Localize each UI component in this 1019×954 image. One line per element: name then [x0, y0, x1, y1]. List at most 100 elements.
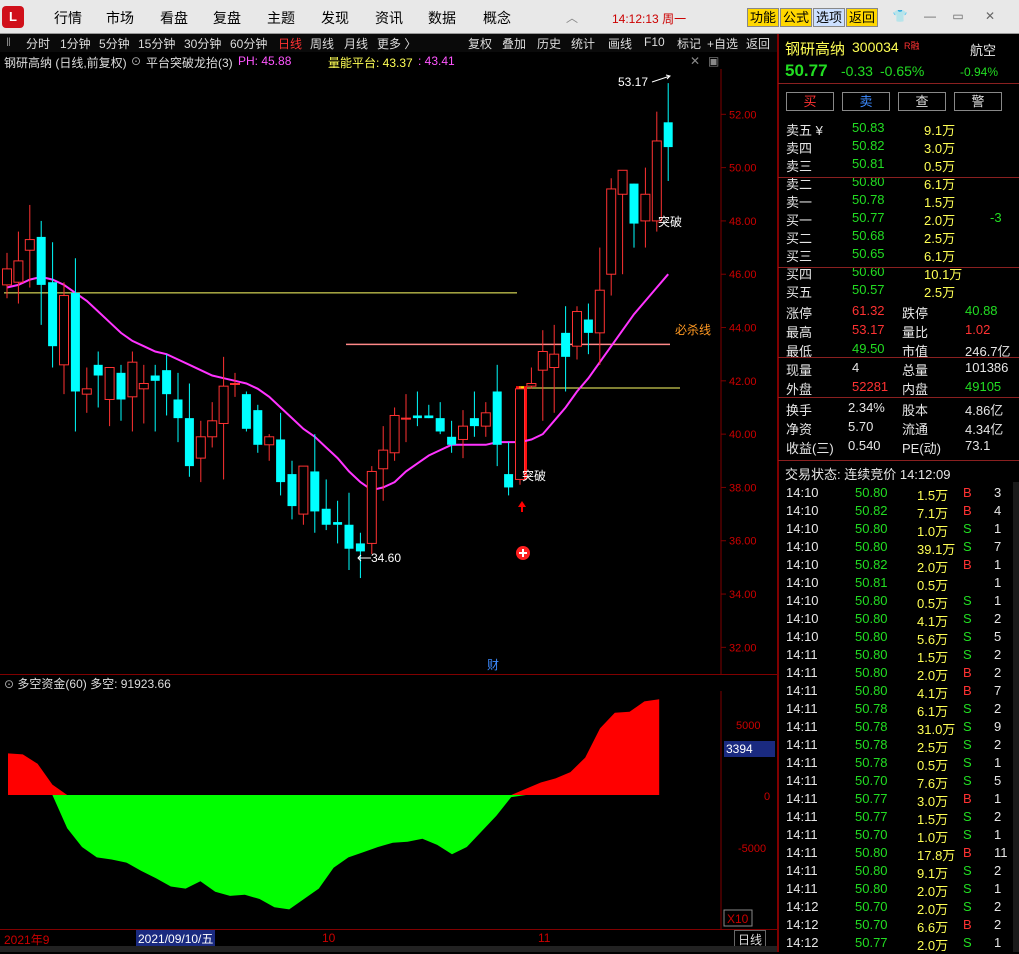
tick-volume: 6.6万	[917, 920, 949, 935]
stat-label: 股本	[902, 403, 929, 418]
tick-price: 50.70	[855, 899, 888, 914]
tick-price: 50.80	[855, 683, 888, 698]
candle	[24, 204, 35, 288]
menu-zhuti[interactable]: 主题	[267, 8, 295, 28]
tick-price: 50.82	[855, 503, 888, 518]
tool-return[interactable]: 返回	[746, 35, 770, 52]
period-5min[interactable]: 5分钟	[99, 35, 130, 52]
menu-shuju[interactable]: 数据	[428, 8, 456, 28]
stat-value: 53.17	[852, 322, 885, 337]
period-weekly[interactable]: 周线	[310, 35, 334, 52]
minimize-icon[interactable]: —	[920, 7, 940, 25]
candle	[629, 183, 639, 248]
sub-indicator-toggle-icon[interactable]: ⊙	[4, 677, 14, 691]
tick-volume: 6.1万	[917, 704, 949, 719]
indicator-toggle-icon[interactable]: ⊙	[131, 54, 141, 68]
menu-zixun[interactable]: 资讯	[375, 8, 403, 28]
return-button[interactable]: 返回	[846, 8, 879, 27]
tool-draw[interactable]: 画线	[608, 35, 632, 52]
tool-f10[interactable]: F10	[644, 35, 665, 49]
fund-flow-chart[interactable]: 5000 3394 0 -5000 X10	[0, 691, 777, 929]
candle	[150, 364, 160, 432]
options-button[interactable]: 选项	[813, 8, 846, 27]
tick-side: B	[963, 917, 972, 932]
candle	[583, 303, 593, 355]
bid-price: 50.68	[852, 228, 885, 243]
alert-button[interactable]: 警	[954, 92, 1002, 111]
candle	[366, 466, 377, 555]
bid-label: 买五	[786, 285, 813, 300]
sell-button[interactable]: 卖	[842, 92, 890, 111]
right-panel-border	[777, 34, 779, 952]
price-tick-label: 40.00	[729, 429, 757, 441]
menu-gainian[interactable]: 概念	[483, 8, 511, 28]
candle	[276, 412, 286, 496]
function-button[interactable]: 功能	[747, 8, 780, 27]
bid-label: 买一	[786, 213, 813, 228]
tick-price: 50.77	[855, 809, 888, 824]
tool-stats[interactable]: 统计	[571, 35, 595, 52]
stock-code: 300034	[852, 39, 899, 55]
period-1min[interactable]: 1分钟	[60, 35, 91, 52]
legend-close-icon[interactable]: ✕	[690, 54, 700, 68]
tool-mark[interactable]: 标记	[677, 35, 701, 52]
tick-count: 2	[994, 647, 1002, 662]
ask-volume: 3.0万	[924, 141, 956, 156]
stat-label: 最高	[786, 325, 813, 340]
divider	[778, 397, 1019, 398]
tick-time: 14:11	[786, 683, 818, 698]
sector-name[interactable]: 航空	[970, 40, 996, 59]
menu-shichang[interactable]: 市场	[106, 8, 134, 28]
tool-add-watchlist[interactable]: +自选	[707, 35, 738, 52]
period-monthly[interactable]: 月线	[344, 35, 368, 52]
price-change: -0.33	[841, 63, 873, 79]
finance-marker[interactable]: 财	[487, 658, 499, 672]
formula-button[interactable]: 公式	[780, 8, 813, 27]
menu-faxian[interactable]: 发现	[321, 8, 349, 28]
tick-price: 50.82	[855, 557, 888, 572]
buy-button[interactable]: 买	[786, 92, 834, 111]
period-30min[interactable]: 30分钟	[184, 35, 221, 52]
sub-indicator-name[interactable]: 多空资金(60)	[17, 677, 86, 691]
period-15min[interactable]: 15分钟	[138, 35, 175, 52]
candle	[310, 434, 320, 533]
menu-kanpan[interactable]: 看盘	[160, 8, 188, 28]
collapse-arrow-icon[interactable]: ︿	[566, 9, 578, 26]
tick-volume: 1.5万	[917, 650, 949, 665]
indicator-tab-strip[interactable]	[0, 946, 777, 952]
candle	[469, 391, 479, 437]
tick-volume: 1.5万	[917, 488, 949, 503]
tick-time: 14:11	[786, 665, 818, 680]
tick-side: S	[963, 827, 972, 842]
query-button[interactable]: 查	[898, 92, 946, 111]
tool-history[interactable]: 历史	[537, 35, 561, 52]
tool-fuquan[interactable]: 复权	[468, 35, 492, 52]
sub-current-tag: 3394	[726, 742, 753, 756]
period-more[interactable]: 更多 〉	[377, 35, 416, 52]
candlestick-chart[interactable]: 52.00 50.00 48.00 46.00 44.00 42.00 40.00 38.00…	[0, 69, 777, 674]
tick-scrollbar[interactable]	[1013, 482, 1019, 952]
legend-settings-icon[interactable]: ▣	[708, 54, 719, 68]
tick-side: S	[963, 737, 972, 752]
tick-side: S	[963, 521, 972, 536]
period-60min[interactable]: 60分钟	[230, 35, 267, 52]
tool-overlay[interactable]: 叠加	[502, 35, 526, 52]
ask-price: 50.81	[852, 156, 885, 171]
ask-label: 卖三	[786, 159, 813, 174]
period-fenshi[interactable]: 分时	[26, 35, 50, 52]
tick-time: 14:12	[786, 917, 819, 932]
price-tick-label: 48.00	[729, 216, 757, 228]
tick-price: 50.80	[855, 611, 888, 626]
menu-hangqing[interactable]: 行情	[54, 8, 82, 28]
tick-side: B	[963, 683, 972, 698]
stat-value: 73.1	[965, 438, 991, 453]
maximize-icon[interactable]: ▭	[948, 7, 968, 25]
tick-count: 5	[994, 773, 1002, 788]
stat-value: 4.86亿	[965, 403, 1004, 418]
close-icon[interactable]: ✕	[980, 7, 1000, 25]
ask-label: 卖四	[786, 141, 813, 156]
menu-fupan[interactable]: 复盘	[213, 8, 241, 28]
tick-side: S	[963, 611, 972, 626]
period-daily[interactable]: 日线	[278, 35, 302, 52]
skin-icon[interactable]: 👕	[890, 7, 910, 25]
